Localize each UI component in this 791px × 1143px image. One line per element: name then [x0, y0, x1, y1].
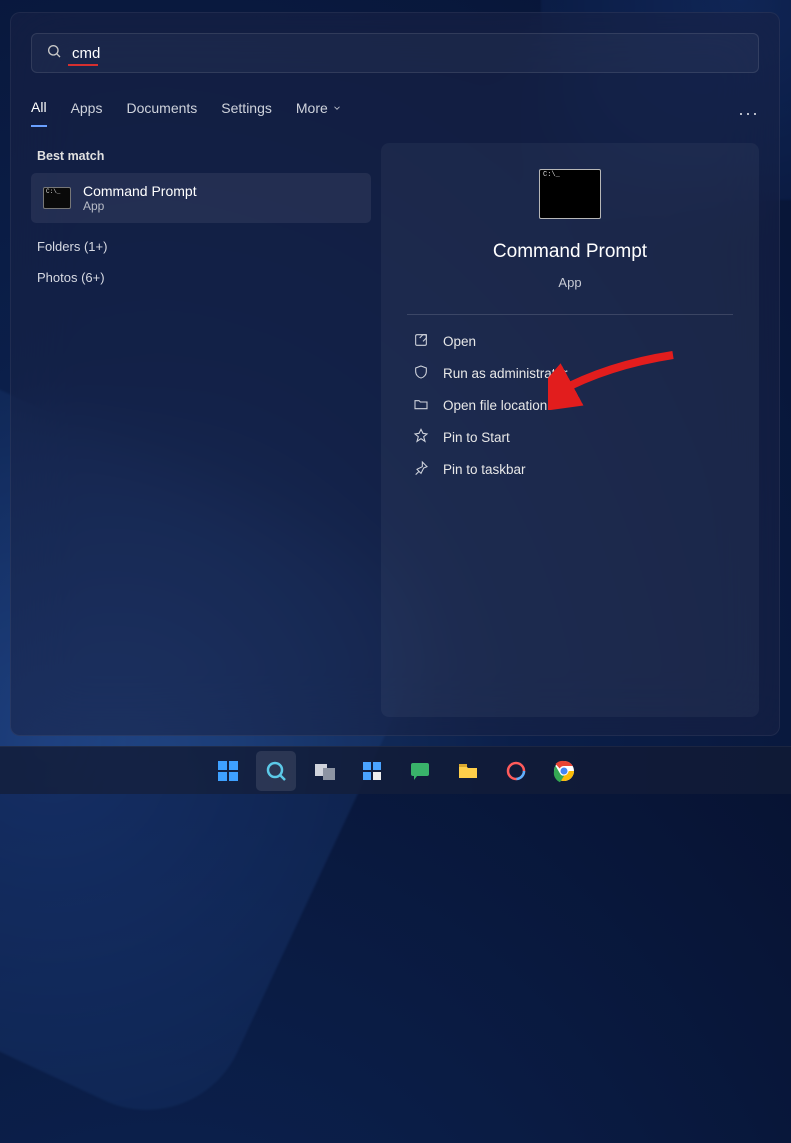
group-folders[interactable]: Folders (1+) — [37, 239, 371, 254]
pin-icon — [413, 460, 429, 479]
search-panel: All Apps Documents Settings More ··· Bes… — [10, 12, 780, 736]
action-open-file-location[interactable]: Open file location — [407, 389, 733, 421]
tab-settings[interactable]: Settings — [221, 100, 272, 126]
shield-icon — [413, 364, 429, 383]
preview-title: Command Prompt — [493, 241, 647, 263]
result-title: Command Prompt — [83, 183, 197, 199]
action-run-as-administrator[interactable]: Run as administrator — [407, 357, 733, 389]
tab-all[interactable]: All — [31, 99, 47, 127]
result-subtitle: App — [83, 199, 197, 213]
folder-icon — [413, 396, 429, 415]
taskbar-quicksettings-button[interactable] — [496, 751, 536, 791]
group-photos[interactable]: Photos (6+) — [37, 270, 371, 285]
results-column: Best match Command Prompt App Folders (1… — [31, 143, 371, 717]
pin-icon — [413, 428, 429, 447]
taskbar-explorer-button[interactable] — [448, 751, 488, 791]
tab-documents[interactable]: Documents — [126, 100, 197, 126]
search-input[interactable] — [72, 45, 744, 62]
action-pin-to-start[interactable]: Pin to Start — [407, 421, 733, 453]
search-icon — [46, 43, 62, 64]
action-open[interactable]: Open — [407, 325, 733, 357]
command-prompt-icon — [539, 169, 601, 219]
taskbar — [0, 746, 791, 794]
spellcheck-underline — [68, 64, 98, 66]
best-match-label: Best match — [37, 149, 371, 163]
filter-tabs: All Apps Documents Settings More ··· — [31, 99, 759, 127]
overflow-menu-button[interactable]: ··· — [738, 103, 759, 124]
tab-more[interactable]: More — [296, 100, 342, 126]
result-command-prompt[interactable]: Command Prompt App — [31, 173, 371, 223]
taskbar-chrome-button[interactable] — [544, 751, 584, 791]
divider — [407, 314, 733, 315]
search-box[interactable] — [31, 33, 759, 73]
taskbar-taskview-button[interactable] — [304, 751, 344, 791]
taskbar-start-button[interactable] — [208, 751, 248, 791]
command-prompt-icon — [43, 187, 71, 209]
action-pin-to-taskbar[interactable]: Pin to taskbar — [407, 453, 733, 485]
open-icon — [413, 332, 429, 351]
taskbar-search-button[interactable] — [256, 751, 296, 791]
taskbar-chat-button[interactable] — [400, 751, 440, 791]
tab-apps[interactable]: Apps — [71, 100, 103, 126]
preview-subtitle: App — [558, 275, 581, 290]
preview-pane: Command Prompt App Open Run as administr… — [381, 143, 759, 717]
taskbar-widgets-button[interactable] — [352, 751, 392, 791]
chevron-down-icon — [332, 100, 342, 116]
